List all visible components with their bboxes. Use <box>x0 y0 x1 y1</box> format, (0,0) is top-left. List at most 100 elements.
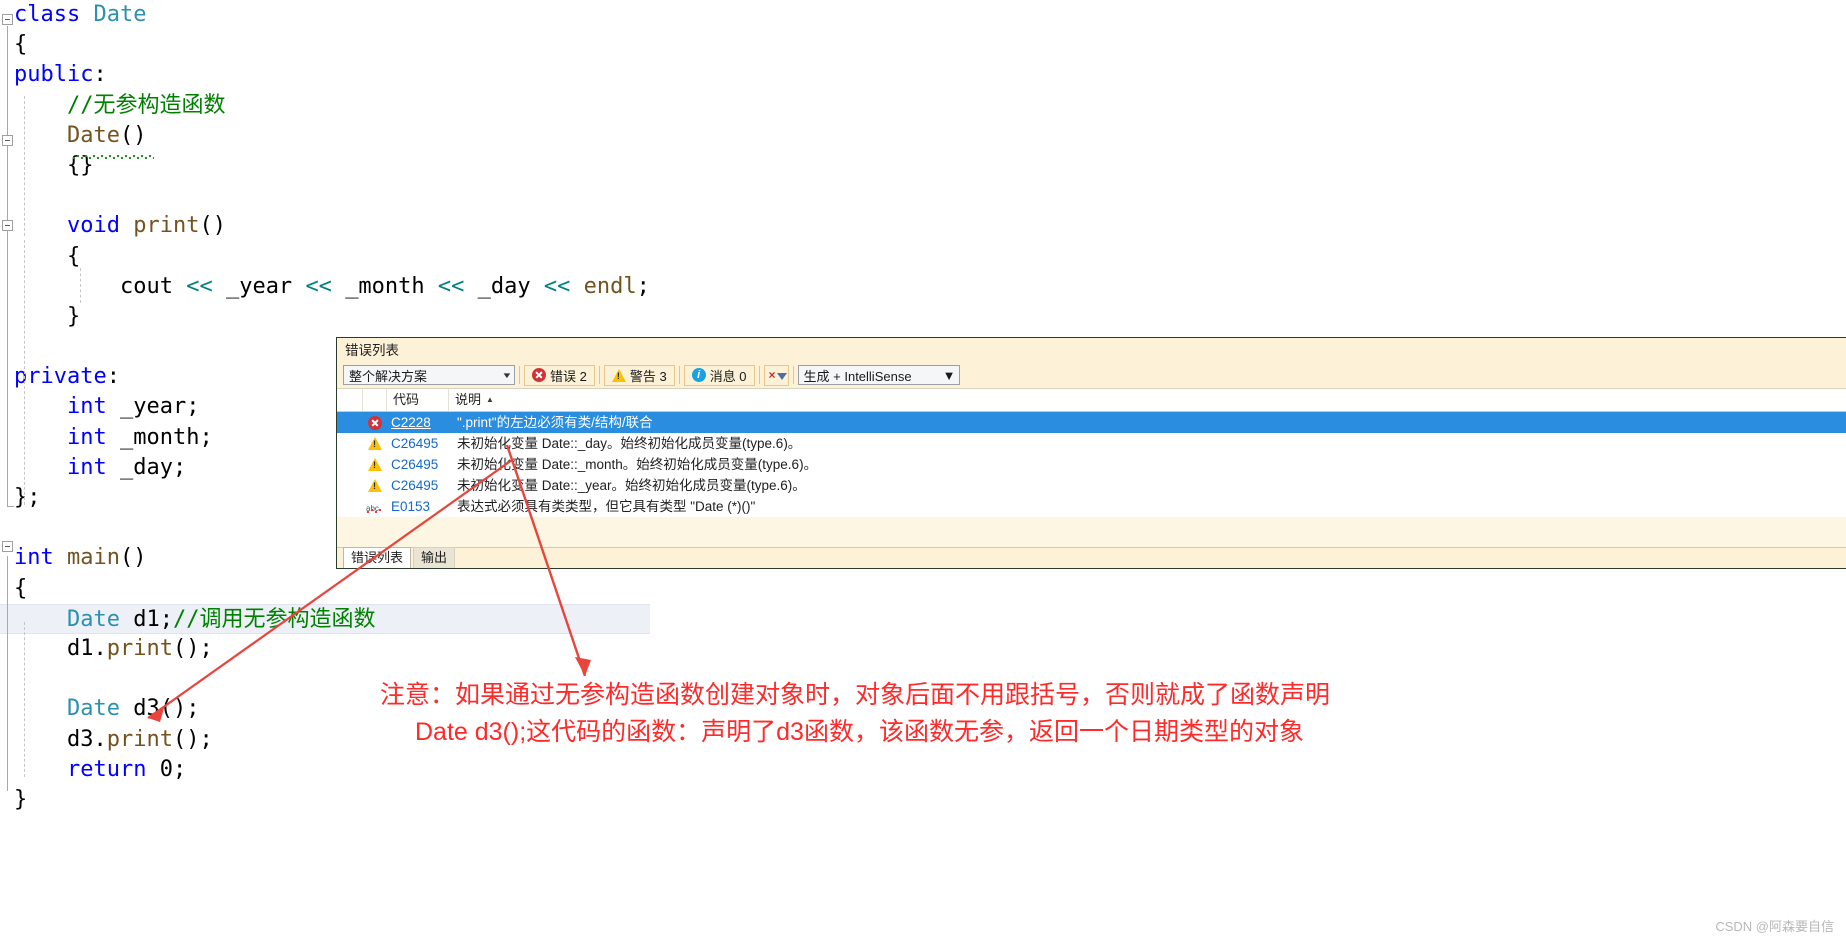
column-header-code[interactable]: 代码 <box>387 389 449 411</box>
code-line[interactable]: //无参构造函数 <box>0 91 650 121</box>
code-token: _day <box>477 273 544 299</box>
chevron-down-icon: ▼ <box>501 370 513 380</box>
code-token: print <box>106 635 173 661</box>
code-token: Date <box>66 122 120 148</box>
funnel-icon <box>776 372 787 380</box>
build-filter-dropdown[interactable]: 生成 + IntelliSense ▼ <box>797 365 960 385</box>
column-header-description[interactable]: 说明 ▲ <box>449 389 1846 411</box>
row-code-link[interactable]: C26495 <box>387 454 449 475</box>
code-token: int <box>14 545 67 571</box>
code-token: print <box>106 726 173 752</box>
code-token: Date <box>93 2 147 27</box>
code-token: d1. <box>66 635 107 661</box>
code-token: : <box>106 364 120 390</box>
row-code-link[interactable]: C2228 <box>387 412 449 433</box>
code-token: { <box>14 32 28 58</box>
error-list-row[interactable]: C26495 未初始化变量 Date::_year。始终初始化成员变量(type.… <box>337 475 1846 496</box>
code-line[interactable]: { <box>0 30 650 60</box>
error-list-row[interactable]: C26495 未初始化变量 Date::_day。始终初始化成员变量(type.6… <box>337 433 1846 454</box>
column-header-description-label: 说明 <box>455 392 482 407</box>
code-token: _year; <box>119 394 200 420</box>
warning-icon <box>368 479 382 492</box>
code-token: { <box>14 575 28 601</box>
warning-count-button[interactable]: 警告 3 <box>603 364 675 386</box>
warning-icon <box>611 368 626 382</box>
row-description: 未初始化变量 Date::_year。始终初始化成员变量(type.6)。 <box>457 478 806 493</box>
code-line[interactable]: cout << _year << _month << _day << endl; <box>0 272 650 302</box>
code-token: << <box>543 273 584 299</box>
tab-error-list[interactable]: 错误列表 <box>343 547 412 568</box>
scope-filter-dropdown[interactable]: 整个解决方案 ▼ <box>343 365 515 385</box>
code-token: Date <box>66 696 134 722</box>
error-icon <box>532 368 546 382</box>
code-token: () <box>119 122 147 148</box>
tab-output[interactable]: 输出 <box>413 547 456 568</box>
indent-guide-3 <box>80 268 81 303</box>
error-list-row[interactable]: E0153 表达式必须具有类类型，但它具有类型 "Date (*)()" <box>337 496 1846 519</box>
clear-filter-button[interactable]: × <box>763 364 789 386</box>
error-list-header-row[interactable]: 代码 说明 ▲ <box>337 388 1846 412</box>
column-header-severity[interactable] <box>337 389 363 411</box>
code-line[interactable]: Date d1;//调用无参构造函数 <box>0 603 650 634</box>
code-line[interactable]: class Date <box>0 0 650 30</box>
clear-filter-icon: × <box>768 367 776 382</box>
code-token: d1; <box>133 606 173 632</box>
row-code-link[interactable]: C26495 <box>387 433 449 454</box>
row-severity-warning <box>363 454 387 475</box>
code-token: int <box>66 454 120 480</box>
code-line[interactable]: { <box>0 242 650 272</box>
code-line[interactable]: d1.print(); <box>0 634 650 664</box>
error-list-rows[interactable]: C2228 ".print"的左边必须有类/结构/联合 C26495 未初始化变量 D… <box>337 412 1846 519</box>
row-code-link[interactable]: C26495 <box>387 475 449 496</box>
code-line[interactable]: public: <box>0 60 650 90</box>
annotation-line-2: Date d3();这代码的函数：声明了d3函数，该函数无参，返回一个日期类型的… <box>415 718 1304 746</box>
annotation-line-1: 注意：如果通过无参构造函数创建对象时，对象后面不用跟括号，否则就成了函数声明 <box>380 681 1331 709</box>
error-list-tabstrip[interactable]: 错误列表 输出 <box>337 547 1846 568</box>
row-severity-warning <box>363 475 387 496</box>
row-gutter <box>337 496 363 517</box>
fold-toggle-main[interactable] <box>2 541 13 552</box>
code-line[interactable] <box>0 181 650 211</box>
green-squiggle-ctor <box>72 155 154 159</box>
error-list-toolbar[interactable]: 整个解决方案 ▼ 错误 2 警告 3 消息 0 × 生成 + IntelliSe… <box>337 362 1846 388</box>
error-count-label: 错误 2 <box>550 368 587 384</box>
code-line[interactable]: { <box>0 574 650 604</box>
code-line[interactable]: } <box>0 302 650 332</box>
code-token: class <box>14 2 94 27</box>
code-token: _month; <box>119 424 213 450</box>
code-line[interactable]: return 0; <box>0 755 650 785</box>
code-token: public <box>14 62 94 88</box>
toolbar-separator-2 <box>598 366 600 384</box>
code-line[interactable]: Date() <box>0 121 650 151</box>
error-count-button[interactable]: 错误 2 <box>524 364 595 386</box>
code-token: 0 <box>159 756 173 782</box>
row-code-link[interactable]: E0153 <box>387 496 449 517</box>
code-line[interactable]: } <box>0 785 650 815</box>
code-token: int <box>66 424 120 450</box>
code-token: << <box>305 273 346 299</box>
intellisense-icon <box>366 498 384 519</box>
message-count-button[interactable]: 消息 0 <box>683 364 755 386</box>
row-gutter <box>337 454 363 475</box>
fold-guide-class-end <box>7 506 14 507</box>
error-list-row[interactable]: C2228 ".print"的左边必须有类/结构/联合 <box>337 412 1846 433</box>
error-list-panel[interactable]: 错误列表 整个解决方案 ▼ 错误 2 警告 3 消息 0 × 生成 + Inte… <box>336 337 1846 569</box>
fold-toggle-ctor[interactable] <box>2 135 13 146</box>
code-line[interactable]: void print() <box>0 211 650 241</box>
warning-icon <box>368 437 382 450</box>
fold-toggle-print[interactable] <box>2 220 13 231</box>
row-gutter <box>337 412 363 433</box>
error-list-row[interactable]: C26495 未初始化变量 Date::_month。始终初始化成员变量(type… <box>337 454 1846 475</box>
row-severity-intellisense <box>363 496 387 519</box>
fold-toggle-class[interactable] <box>2 14 13 25</box>
code-token: //无参构造函数 <box>66 92 226 118</box>
scope-filter-value: 整个解决方案 <box>349 368 428 384</box>
code-token: } <box>66 303 81 329</box>
code-token: int <box>66 394 120 420</box>
column-header-blank[interactable] <box>363 389 387 411</box>
